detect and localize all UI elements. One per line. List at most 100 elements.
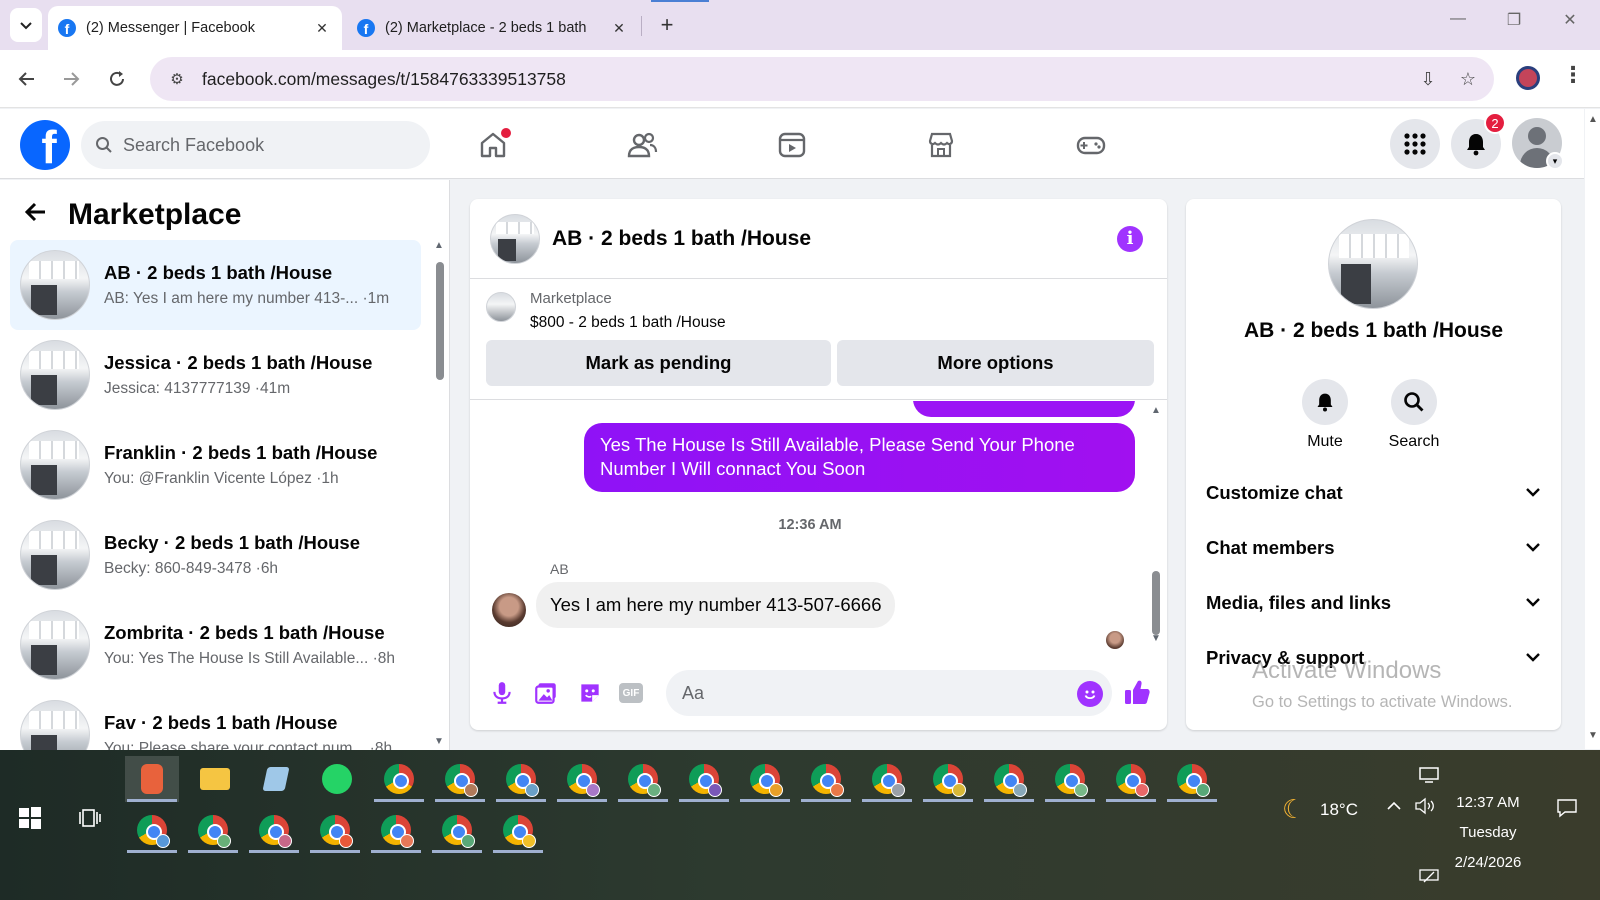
bookmark-star-icon[interactable]: ☆ xyxy=(1454,69,1482,90)
microphone-icon[interactable] xyxy=(488,679,516,707)
taskbar-app-chrome[interactable] xyxy=(555,756,609,802)
taskbar-app-chrome[interactable] xyxy=(738,756,792,802)
conversation-item[interactable]: AB · 2 beds 1 bath /House AB: Yes I am h… xyxy=(10,240,421,330)
scroll-down-arrow-icon[interactable]: ▼ xyxy=(434,736,444,747)
close-window-button[interactable]: ✕ xyxy=(1555,10,1585,30)
taskbar-app-chrome[interactable] xyxy=(369,807,423,853)
menu-button[interactable] xyxy=(1390,119,1440,169)
outgoing-message-partial[interactable] xyxy=(913,401,1135,417)
taskbar-app-chrome[interactable] xyxy=(372,756,426,802)
facebook-search-input[interactable] xyxy=(123,134,403,156)
taskbar-app-chrome[interactable] xyxy=(247,807,301,853)
page-scrollbar[interactable] xyxy=(1585,109,1600,749)
chat-members-row[interactable]: Chat members xyxy=(1206,521,1546,575)
taskbar-app-chrome[interactable] xyxy=(677,756,731,802)
message-input[interactable] xyxy=(682,682,1052,704)
tab-messenger[interactable]: f (2) Messenger | Facebook ✕ xyxy=(48,6,342,50)
customize-chat-row[interactable]: Customize chat xyxy=(1206,466,1546,520)
tab-search-button[interactable] xyxy=(10,8,42,42)
taskbar-app-chrome[interactable] xyxy=(860,756,914,802)
url-text[interactable]: facebook.com/messages/t/1584763339513758 xyxy=(202,69,1414,90)
message-input-box[interactable] xyxy=(666,670,1112,716)
taskbar-app-chrome[interactable] xyxy=(982,756,1036,802)
scroll-up-arrow-icon[interactable]: ▲ xyxy=(1588,114,1598,125)
tab-close-icon[interactable]: ✕ xyxy=(609,20,629,37)
new-tab-button[interactable]: + xyxy=(652,10,682,40)
display-icon[interactable] xyxy=(1418,766,1440,788)
taskbar-app-explorer[interactable] xyxy=(188,756,242,802)
scroll-up-arrow-icon[interactable]: ▲ xyxy=(1151,405,1161,416)
nav-gaming[interactable] xyxy=(1071,125,1111,165)
listing-mini-thumbnail[interactable] xyxy=(486,292,516,322)
site-settings-icon[interactable]: ⚙ xyxy=(164,70,190,88)
taskbar-app-chrome[interactable] xyxy=(1104,756,1158,802)
taskbar-app-snipping[interactable] xyxy=(125,756,179,802)
scroll-up-arrow-icon[interactable]: ▲ xyxy=(434,240,444,251)
restore-button[interactable]: ❐ xyxy=(1499,10,1529,30)
taskbar-app-chrome[interactable] xyxy=(125,807,179,853)
nav-home[interactable] xyxy=(473,125,513,165)
chat-title[interactable]: AB · 2 beds 1 bath /House xyxy=(552,227,1117,251)
taskbar-app-whatsapp[interactable] xyxy=(310,756,364,802)
address-bar[interactable]: ⚙ facebook.com/messages/t/15847633395137… xyxy=(150,57,1494,101)
taskbar-app-chrome[interactable] xyxy=(308,807,362,853)
conversation-item[interactable]: Jessica · 2 beds 1 bath /House Jessica: … xyxy=(10,330,421,420)
tab-close-icon[interactable]: ✕ xyxy=(312,20,332,37)
thread-scrollbar-thumb[interactable] xyxy=(1152,571,1160,635)
gif-icon[interactable]: GIF xyxy=(619,683,643,703)
tab-marketplace[interactable]: f (2) Marketplace - 2 beds 1 bath ✕ xyxy=(347,6,639,50)
thumbs-up-icon[interactable] xyxy=(1122,677,1154,709)
media-files-links-row[interactable]: Media, files and links xyxy=(1206,576,1546,630)
incoming-message[interactable]: Yes I am here my number 413-507-6666 xyxy=(536,582,896,628)
scroll-down-arrow-icon[interactable]: ▼ xyxy=(1151,633,1161,644)
nav-marketplace[interactable] xyxy=(921,125,961,165)
conversation-item[interactable]: Becky · 2 beds 1 bath /House Becky: 860-… xyxy=(10,510,421,600)
moon-weather-icon[interactable]: ☾ xyxy=(1282,794,1305,825)
sticker-icon[interactable] xyxy=(576,679,604,707)
taskbar-app-chrome[interactable] xyxy=(799,756,853,802)
conversation-item[interactable]: Fav · 2 beds 1 bath /House You: Please s… xyxy=(10,690,421,750)
profile-extension-icon[interactable] xyxy=(1516,66,1540,90)
privacy-support-row[interactable]: Privacy & support xyxy=(1206,631,1546,685)
mark-as-pending-button[interactable]: Mark as pending xyxy=(486,340,831,386)
taskbar-app-chrome[interactable] xyxy=(186,807,240,853)
taskbar-app-chrome[interactable] xyxy=(430,807,484,853)
mute-button[interactable]: Mute xyxy=(1290,379,1360,451)
start-button[interactable] xyxy=(18,806,42,830)
photo-icon[interactable] xyxy=(532,679,560,707)
taskbar-app-chrome[interactable] xyxy=(616,756,670,802)
back-arrow-icon[interactable] xyxy=(24,200,48,231)
facebook-logo[interactable]: f xyxy=(20,120,70,170)
search-in-conversation-button[interactable]: Search xyxy=(1379,379,1449,451)
forward-button[interactable] xyxy=(56,64,86,94)
nav-friends[interactable] xyxy=(622,125,662,165)
facebook-search[interactable] xyxy=(81,121,430,169)
info-icon[interactable]: i xyxy=(1117,225,1143,252)
clock[interactable]: 12:37 AM Tuesday 2/24/2026 xyxy=(1430,788,1546,878)
browser-menu-icon[interactable]: ⋮ xyxy=(1562,62,1584,88)
task-view-button[interactable] xyxy=(78,806,102,830)
chevron-up-icon[interactable] xyxy=(1386,798,1402,819)
more-options-button[interactable]: More options xyxy=(837,340,1154,386)
scroll-down-arrow-icon[interactable]: ▼ xyxy=(1588,730,1598,741)
taskbar-app-chrome[interactable] xyxy=(494,756,548,802)
conversation-item[interactable]: Zombrita · 2 beds 1 bath /House You: Yes… xyxy=(10,600,421,690)
reload-button[interactable] xyxy=(102,64,132,94)
chevron-down-icon[interactable]: ▾ xyxy=(1546,152,1564,170)
conversation-item[interactable]: Franklin · 2 beds 1 bath /House You: @Fr… xyxy=(10,420,421,510)
install-app-icon[interactable]: ⇩ xyxy=(1414,69,1442,90)
nav-video[interactable] xyxy=(772,125,812,165)
listing-price[interactable]: $800 - 2 beds 1 bath /House xyxy=(530,314,726,332)
sender-avatar[interactable] xyxy=(492,593,526,627)
sidebar-scrollbar-thumb[interactable] xyxy=(436,262,444,380)
outgoing-message[interactable]: Yes The House Is Still Available, Please… xyxy=(584,423,1135,492)
taskbar-app-chrome[interactable] xyxy=(491,807,545,853)
back-button[interactable] xyxy=(12,64,42,94)
taskbar-app-chrome[interactable] xyxy=(1165,756,1219,802)
taskbar-app-chrome[interactable] xyxy=(1043,756,1097,802)
notification-center-icon[interactable] xyxy=(1556,798,1578,822)
taskbar-app-chrome[interactable] xyxy=(921,756,975,802)
info-listing-avatar[interactable] xyxy=(1328,219,1418,309)
minimize-button[interactable]: — xyxy=(1443,10,1473,28)
emoji-icon[interactable] xyxy=(1077,681,1103,707)
